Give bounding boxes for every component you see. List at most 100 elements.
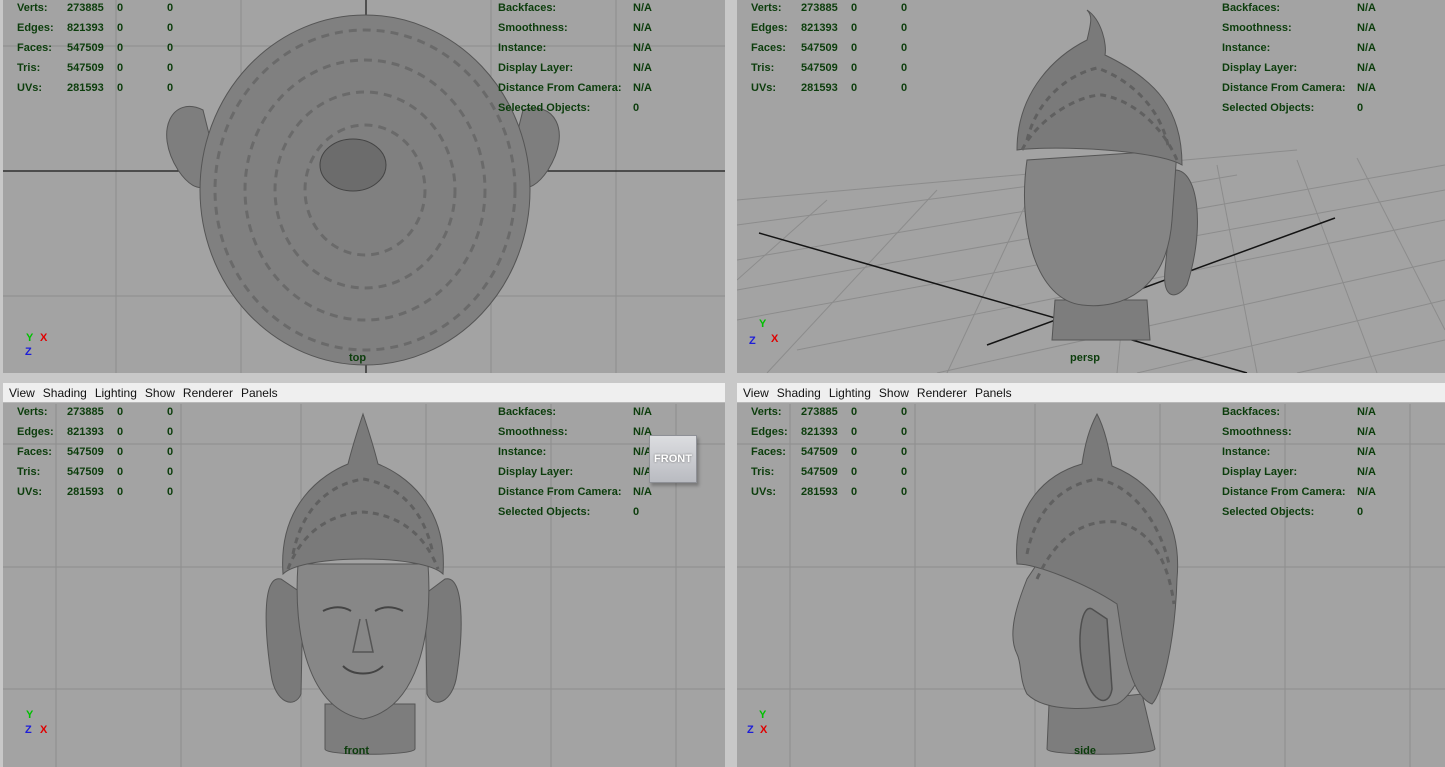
- info-value: N/A: [1357, 62, 1376, 74]
- menu-lighting[interactable]: Lighting: [829, 386, 871, 400]
- stat-value: 0: [167, 486, 174, 498]
- stat-label: Verts:: [751, 2, 782, 14]
- stat-label: UVs:: [751, 486, 777, 498]
- stat-value: 273885: [801, 2, 838, 14]
- axis-label: Y: [759, 318, 767, 330]
- stat-value: 0: [167, 406, 174, 418]
- axis-label: Y: [26, 332, 34, 344]
- viewport-front-panel[interactable]: View Shading Lighting Show Renderer Pane…: [3, 383, 725, 767]
- stat-value: 0: [167, 426, 174, 438]
- stat-label: Tris:: [751, 466, 775, 478]
- stat-value: 273885: [67, 406, 104, 418]
- info-label: Instance:: [498, 446, 547, 458]
- stat-label: Faces:: [17, 42, 52, 54]
- viewcube[interactable]: FRONT: [649, 435, 697, 483]
- stat-value: 0: [167, 2, 174, 14]
- info-value: N/A: [633, 486, 652, 498]
- info-value: N/A: [1357, 2, 1376, 14]
- stat-value: 0: [851, 62, 858, 74]
- menu-shading[interactable]: Shading: [777, 386, 821, 400]
- menu-lighting[interactable]: Lighting: [95, 386, 137, 400]
- stat-label: UVs:: [17, 82, 43, 94]
- menu-panels[interactable]: Panels: [241, 386, 278, 400]
- info-value: N/A: [1357, 486, 1376, 498]
- buddha-head-persp-view[interactable]: [1016, 9, 1198, 341]
- viewport-persp-panel[interactable]: Verts: 273885 0 0 Edges: 821393 0 0 Faces: 5475…: [737, 0, 1445, 373]
- axis-label: Z: [25, 724, 32, 736]
- stat-value: 0: [901, 62, 908, 74]
- info-label: Display Layer:: [498, 466, 574, 478]
- menu-view[interactable]: View: [9, 386, 35, 400]
- stat-label: Faces:: [751, 446, 786, 458]
- menu-panels[interactable]: Panels: [975, 386, 1012, 400]
- stat-value: 0: [117, 22, 124, 34]
- info-label: Backfaces:: [498, 2, 557, 14]
- viewport-top[interactable]: Verts: 273885 0 0 Edges: 821393 0 0 Faces: 5475…: [3, 0, 725, 373]
- info-label: Backfaces:: [498, 406, 557, 418]
- stat-label: Verts:: [751, 406, 782, 418]
- info-label: Distance From Camera:: [1222, 82, 1346, 94]
- axis-gizmo: Y Z X: [745, 709, 775, 739]
- info-value: N/A: [1357, 466, 1376, 478]
- stat-value: 0: [117, 42, 124, 54]
- camera-label: top: [349, 352, 367, 364]
- stat-label: Tris:: [17, 62, 41, 74]
- info-value: N/A: [1357, 426, 1376, 438]
- stat-label: Edges:: [751, 426, 788, 438]
- axis-gizmo: Y Z X: [23, 709, 53, 739]
- info-value: N/A: [1357, 42, 1376, 54]
- info-label: Selected Objects:: [498, 102, 591, 114]
- stat-value: 0: [167, 82, 174, 94]
- stat-value: 0: [117, 446, 124, 458]
- stat-value: 0: [851, 82, 858, 94]
- stat-value: 547509: [801, 446, 838, 458]
- menu-show[interactable]: Show: [145, 386, 175, 400]
- axis-gizmo: Y Z X: [749, 318, 789, 348]
- stat-value: 0: [901, 426, 908, 438]
- stat-value: 0: [851, 2, 858, 14]
- camera-label: persp: [1070, 352, 1100, 364]
- viewport-front[interactable]: Verts: 273885 0 0 Edges: 821393 0 0 Faces: 5475…: [3, 404, 725, 767]
- stat-value: 0: [901, 486, 908, 498]
- menu-view[interactable]: View: [743, 386, 769, 400]
- info-label: Smoothness:: [1222, 426, 1292, 438]
- buddha-head-side-view[interactable]: [1012, 412, 1179, 755]
- viewport-side[interactable]: Verts: 273885 0 0 Edges: 821393 0 0 Faces: 5475…: [737, 404, 1445, 767]
- axis-label: Y: [759, 709, 767, 721]
- viewport-top-panel[interactable]: Verts: 273885 0 0 Edges: 821393 0 0 Faces: 5475…: [3, 0, 725, 373]
- stat-value: 281593: [67, 82, 104, 94]
- menu-shading[interactable]: Shading: [43, 386, 87, 400]
- stat-label: Tris:: [17, 466, 41, 478]
- stat-label: Faces:: [17, 446, 52, 458]
- info-label: Display Layer:: [498, 62, 574, 74]
- info-value: N/A: [1357, 22, 1376, 34]
- menu-renderer[interactable]: Renderer: [917, 386, 967, 400]
- stat-label: Tris:: [751, 62, 775, 74]
- stat-value: 0: [901, 82, 908, 94]
- grid: [3, 404, 725, 767]
- info-value: 0: [633, 506, 640, 518]
- viewport-persp[interactable]: Verts: 273885 0 0 Edges: 821393 0 0 Faces: 5475…: [737, 0, 1445, 373]
- stat-value: 547509: [67, 42, 104, 54]
- viewport-side-panel[interactable]: View Shading Lighting Show Renderer Pane…: [737, 383, 1445, 767]
- buddha-head-front-view[interactable]: [265, 412, 462, 755]
- stat-label: Edges:: [17, 22, 54, 34]
- stat-value: 547509: [67, 62, 104, 74]
- stat-value: 0: [851, 466, 858, 478]
- stat-value: 0: [901, 22, 908, 34]
- menu-show[interactable]: Show: [879, 386, 909, 400]
- info-value: 0: [1357, 102, 1364, 114]
- info-value: N/A: [1357, 446, 1376, 458]
- stat-value: 0: [851, 446, 858, 458]
- stat-value: 0: [117, 82, 124, 94]
- menu-renderer[interactable]: Renderer: [183, 386, 233, 400]
- axis-label: X: [771, 333, 779, 345]
- grid: [737, 404, 1445, 767]
- info-label: Smoothness:: [1222, 22, 1292, 34]
- info-label: Selected Objects:: [1222, 102, 1315, 114]
- info-label: Distance From Camera:: [498, 486, 622, 498]
- info-label: Display Layer:: [1222, 62, 1298, 74]
- stat-value: 273885: [801, 406, 838, 418]
- info-value: N/A: [633, 22, 652, 34]
- info-value: N/A: [633, 62, 652, 74]
